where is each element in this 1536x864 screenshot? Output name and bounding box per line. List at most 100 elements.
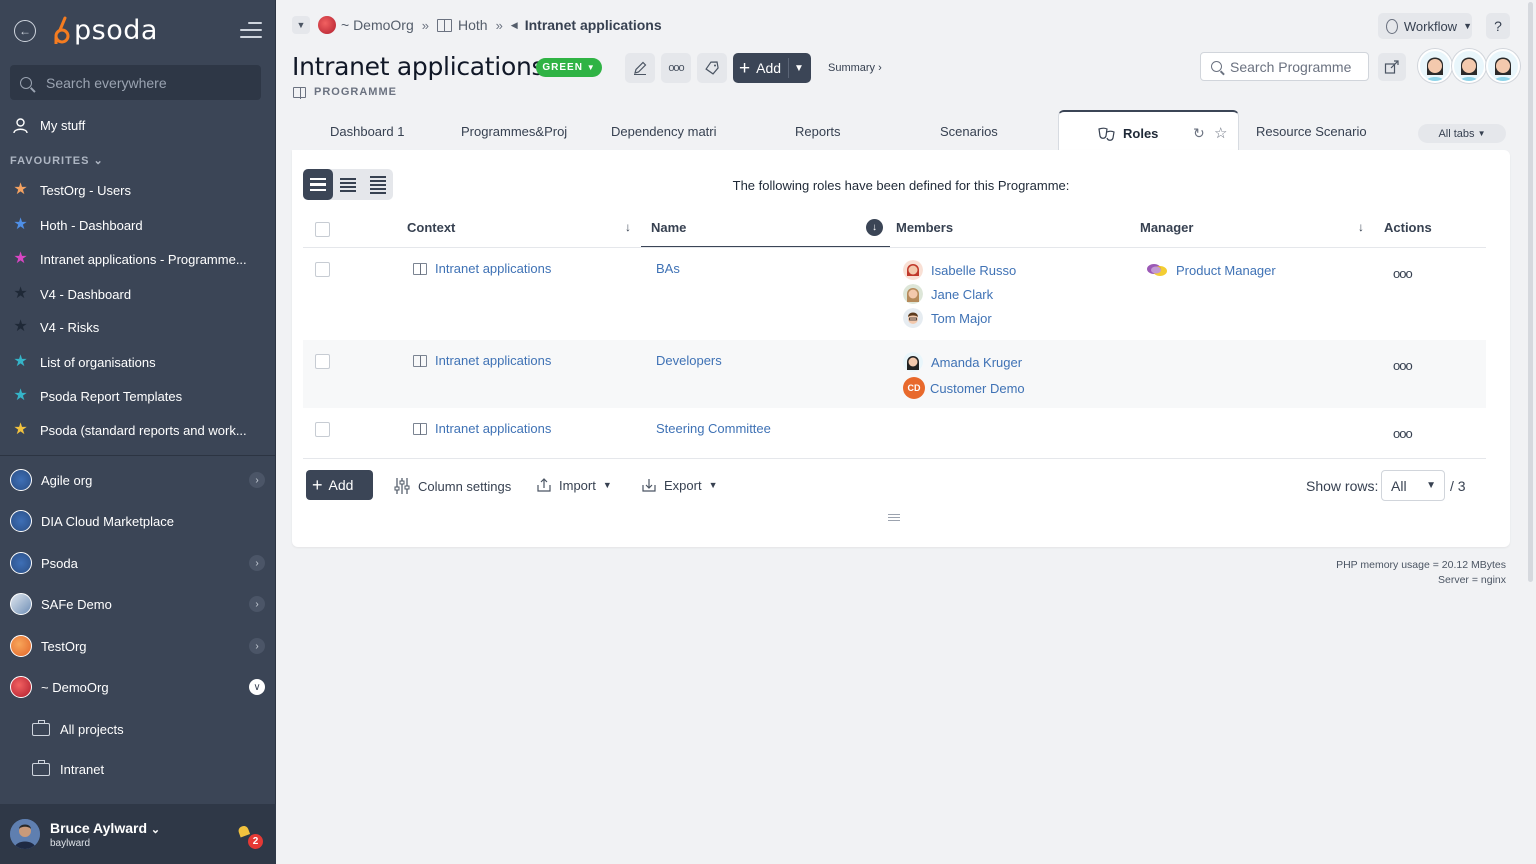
tab-reports[interactable]: Reports: [795, 124, 875, 139]
member-link[interactable]: CD Customer Demo: [903, 377, 1025, 399]
import-button[interactable]: Import ▼: [536, 477, 612, 493]
chevron-right-icon[interactable]: ›: [249, 596, 265, 612]
column-header-manager[interactable]: Manager: [1140, 220, 1193, 235]
role-name-link[interactable]: Developers: [656, 353, 722, 368]
tab-resource-scenarios[interactable]: Resource Scenario: [1256, 124, 1374, 139]
breadcrumb-parent[interactable]: Hoth: [458, 17, 488, 33]
sidebar-org-item[interactable]: Psoda ›: [0, 543, 276, 583]
sidebar-org-item[interactable]: SAFe Demo ›: [0, 584, 276, 624]
star-icon[interactable]: ☆: [1214, 124, 1227, 142]
context-link[interactable]: Intranet applications: [413, 353, 551, 368]
member-link[interactable]: Tom Major: [903, 308, 992, 328]
resize-handle-icon[interactable]: [888, 514, 900, 523]
sidebar-favourite-item[interactable]: ★ Psoda Report Templates: [0, 382, 276, 410]
tab-dashboard-1[interactable]: Dashboard 1: [330, 124, 440, 139]
sort-arrow-icon[interactable]: ↓: [1358, 220, 1364, 234]
sidebar-item-my-stuff[interactable]: My stuff: [0, 111, 276, 139]
help-button[interactable]: ?: [1486, 13, 1510, 39]
column-header-members[interactable]: Members: [896, 220, 953, 235]
add-button[interactable]: + Add ▼: [733, 53, 811, 83]
tab-roles[interactable]: Roles ↻ ☆: [1058, 110, 1239, 152]
back-icon[interactable]: ←: [14, 20, 36, 42]
avatar[interactable]: [1486, 49, 1520, 83]
sidebar-org-item[interactable]: DIA Cloud Marketplace: [0, 501, 276, 541]
sidebar-item-all-projects[interactable]: All projects: [32, 717, 124, 741]
sidebar-item-label: My stuff: [40, 117, 86, 133]
chevron-right-icon[interactable]: ›: [249, 638, 265, 654]
sidebar-org-item[interactable]: ~ DemoOrg ∨: [0, 667, 276, 707]
chevron-right-icon[interactable]: ›: [249, 472, 265, 488]
all-tabs-dropdown[interactable]: All tabs ▼: [1418, 124, 1506, 143]
sidebar-favourite-item[interactable]: ★ TestOrg - Users: [0, 176, 276, 204]
export-button[interactable]: Export ▼: [641, 477, 718, 493]
chevron-down-icon[interactable]: ▼: [794, 63, 804, 74]
sidebar-item-label: Agile org: [41, 472, 93, 488]
sidebar-favourite-item[interactable]: ★ List of organisations: [0, 348, 276, 376]
more-button[interactable]: ooo: [661, 53, 691, 83]
select-all-checkbox[interactable]: [315, 222, 330, 237]
psoda-logo[interactable]: psoda: [52, 12, 158, 48]
sort-active-icon[interactable]: ↓: [866, 219, 883, 236]
member-link[interactable]: Jane Clark: [903, 284, 993, 304]
add-role-button[interactable]: + Add: [306, 470, 373, 500]
chevron-down-icon: ▼: [708, 480, 718, 490]
favourites-heading[interactable]: FAVOURITES ⌄: [10, 154, 104, 167]
status-badge[interactable]: GREEN ▼: [536, 58, 602, 77]
breadcrumb-current: Intranet applications: [524, 17, 662, 33]
caret-left-icon[interactable]: ◀: [511, 20, 518, 31]
breadcrumb-org[interactable]: ~ DemoOrg: [341, 17, 414, 33]
workflow-button[interactable]: Workflow ▼: [1378, 13, 1472, 39]
row-actions-button[interactable]: ooo: [1393, 358, 1413, 373]
role-name-link[interactable]: BAs: [656, 261, 680, 276]
sidebar-favourite-item[interactable]: ★ V4 - Risks: [0, 313, 276, 341]
tag-button[interactable]: [697, 53, 727, 83]
chevron-down-icon[interactable]: ▼: [292, 16, 310, 34]
table-row: [303, 340, 1486, 408]
sidebar-org-item[interactable]: Agile org ›: [0, 460, 276, 500]
manager-link[interactable]: Product Manager: [1146, 260, 1276, 280]
global-search[interactable]: [10, 65, 261, 100]
sidebar-favourite-item[interactable]: ★ V4 - Dashboard: [0, 280, 276, 308]
global-search-input[interactable]: [46, 74, 246, 91]
collapse-sidebar-icon[interactable]: [238, 22, 264, 40]
context-link[interactable]: Intranet applications: [413, 261, 551, 276]
page-scrollbar[interactable]: [1526, 0, 1536, 864]
sidebar: ← psoda My stuff FAVOURITES ⌄ ★ TestOrg -…: [0, 0, 276, 864]
row-checkbox[interactable]: [315, 354, 330, 369]
programme-icon: [436, 18, 452, 32]
chevron-down-icon[interactable]: ∨: [249, 679, 265, 695]
role-name-link[interactable]: Steering Committee: [656, 421, 771, 436]
sort-arrow-icon[interactable]: ↓: [625, 220, 631, 234]
sidebar-favourite-item[interactable]: ★ Psoda (standard reports and work...: [0, 416, 276, 444]
column-settings-button[interactable]: Column settings: [393, 477, 511, 495]
row-checkbox[interactable]: [315, 422, 330, 437]
row-actions-button[interactable]: ooo: [1393, 266, 1413, 281]
sidebar-favourite-item[interactable]: ★ Intranet applications - Programme...: [0, 245, 276, 273]
avatar[interactable]: [1452, 49, 1486, 83]
row-checkbox[interactable]: [315, 262, 330, 277]
tab-scenarios[interactable]: Scenarios: [940, 124, 1020, 139]
tab-programmes-projects[interactable]: Programmes&Proj: [461, 124, 579, 139]
summary-link[interactable]: Summary ›: [828, 62, 882, 74]
column-header-context[interactable]: Context: [407, 220, 455, 235]
avatar[interactable]: [1418, 49, 1452, 83]
column-header-name[interactable]: Name: [651, 220, 686, 235]
member-link[interactable]: Amanda Kruger: [903, 352, 1022, 372]
sidebar-org-item[interactable]: TestOrg ›: [0, 626, 276, 666]
programme-search[interactable]: [1200, 52, 1369, 81]
programme-search-input[interactable]: [1230, 58, 1356, 75]
sidebar-item-intranet[interactable]: Intranet: [32, 757, 104, 781]
refresh-icon[interactable]: ↻: [1193, 125, 1205, 142]
member-link[interactable]: Isabelle Russo: [903, 260, 1016, 280]
show-rows-select[interactable]: All ▼: [1381, 470, 1445, 501]
share-button[interactable]: [1378, 53, 1406, 81]
sidebar-favourite-item[interactable]: ★ Hoth - Dashboard: [0, 211, 276, 239]
context-link[interactable]: Intranet applications: [413, 421, 551, 436]
edit-button[interactable]: [625, 53, 655, 83]
user-menu[interactable]: Bruce Aylward ⌄ baylward 2: [0, 804, 276, 864]
star-icon: ★: [13, 285, 28, 302]
chevron-right-icon[interactable]: ›: [249, 555, 265, 571]
column-header-actions: Actions: [1384, 220, 1432, 235]
row-actions-button[interactable]: ooo: [1393, 426, 1413, 441]
tab-dependency-matrix[interactable]: Dependency matri: [611, 124, 729, 139]
